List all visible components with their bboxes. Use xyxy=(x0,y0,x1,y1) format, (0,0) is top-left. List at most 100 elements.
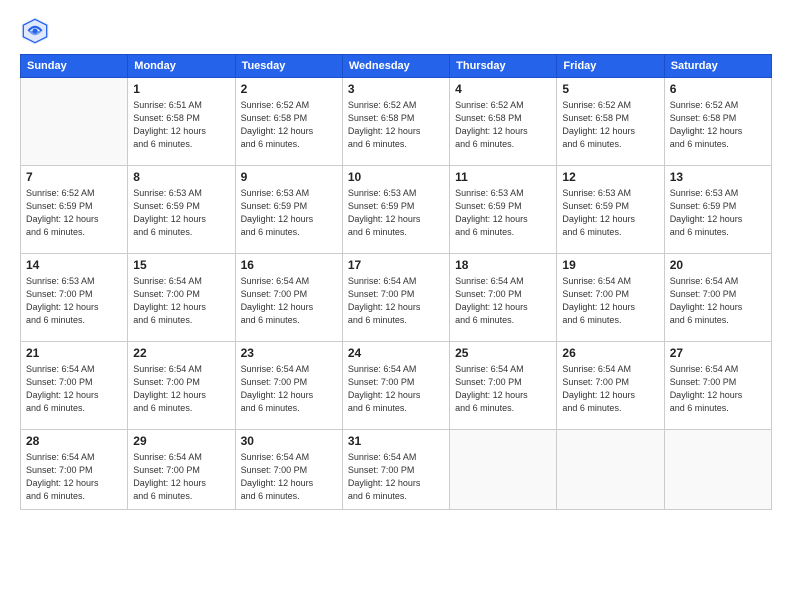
day-info: Sunrise: 6:52 AM Sunset: 6:59 PM Dayligh… xyxy=(26,187,122,239)
day-info: Sunrise: 6:53 AM Sunset: 6:59 PM Dayligh… xyxy=(133,187,229,239)
calendar-week-5: 28Sunrise: 6:54 AM Sunset: 7:00 PM Dayli… xyxy=(21,430,772,510)
calendar-cell: 18Sunrise: 6:54 AM Sunset: 7:00 PM Dayli… xyxy=(450,254,557,342)
day-info: Sunrise: 6:54 AM Sunset: 7:00 PM Dayligh… xyxy=(348,275,444,327)
calendar-cell: 31Sunrise: 6:54 AM Sunset: 7:00 PM Dayli… xyxy=(342,430,449,510)
day-number: 7 xyxy=(26,169,122,186)
day-number: 27 xyxy=(670,345,766,362)
calendar-cell: 24Sunrise: 6:54 AM Sunset: 7:00 PM Dayli… xyxy=(342,342,449,430)
day-info: Sunrise: 6:52 AM Sunset: 6:58 PM Dayligh… xyxy=(562,99,658,151)
day-number: 17 xyxy=(348,257,444,274)
day-info: Sunrise: 6:53 AM Sunset: 6:59 PM Dayligh… xyxy=(562,187,658,239)
day-info: Sunrise: 6:53 AM Sunset: 7:00 PM Dayligh… xyxy=(26,275,122,327)
calendar-cell: 3Sunrise: 6:52 AM Sunset: 6:58 PM Daylig… xyxy=(342,78,449,166)
calendar-cell: 2Sunrise: 6:52 AM Sunset: 6:58 PM Daylig… xyxy=(235,78,342,166)
column-header-thursday: Thursday xyxy=(450,55,557,78)
calendar-cell: 11Sunrise: 6:53 AM Sunset: 6:59 PM Dayli… xyxy=(450,166,557,254)
day-number: 1 xyxy=(133,81,229,98)
day-number: 14 xyxy=(26,257,122,274)
day-info: Sunrise: 6:54 AM Sunset: 7:00 PM Dayligh… xyxy=(241,275,337,327)
day-number: 22 xyxy=(133,345,229,362)
column-header-saturday: Saturday xyxy=(664,55,771,78)
calendar-cell: 6Sunrise: 6:52 AM Sunset: 6:58 PM Daylig… xyxy=(664,78,771,166)
day-number: 8 xyxy=(133,169,229,186)
day-info: Sunrise: 6:52 AM Sunset: 6:58 PM Dayligh… xyxy=(241,99,337,151)
day-info: Sunrise: 6:54 AM Sunset: 7:00 PM Dayligh… xyxy=(670,363,766,415)
day-info: Sunrise: 6:54 AM Sunset: 7:00 PM Dayligh… xyxy=(562,275,658,327)
day-info: Sunrise: 6:53 AM Sunset: 6:59 PM Dayligh… xyxy=(241,187,337,239)
day-number: 23 xyxy=(241,345,337,362)
calendar-cell xyxy=(557,430,664,510)
calendar-week-2: 7Sunrise: 6:52 AM Sunset: 6:59 PM Daylig… xyxy=(21,166,772,254)
calendar-cell: 16Sunrise: 6:54 AM Sunset: 7:00 PM Dayli… xyxy=(235,254,342,342)
day-number: 21 xyxy=(26,345,122,362)
day-info: Sunrise: 6:53 AM Sunset: 6:59 PM Dayligh… xyxy=(455,187,551,239)
header xyxy=(20,16,772,46)
day-info: Sunrise: 6:54 AM Sunset: 7:00 PM Dayligh… xyxy=(670,275,766,327)
calendar-cell: 14Sunrise: 6:53 AM Sunset: 7:00 PM Dayli… xyxy=(21,254,128,342)
day-info: Sunrise: 6:54 AM Sunset: 7:00 PM Dayligh… xyxy=(562,363,658,415)
day-number: 10 xyxy=(348,169,444,186)
day-number: 19 xyxy=(562,257,658,274)
column-header-tuesday: Tuesday xyxy=(235,55,342,78)
calendar-cell: 26Sunrise: 6:54 AM Sunset: 7:00 PM Dayli… xyxy=(557,342,664,430)
calendar-table: SundayMondayTuesdayWednesdayThursdayFrid… xyxy=(20,54,772,510)
calendar-cell: 1Sunrise: 6:51 AM Sunset: 6:58 PM Daylig… xyxy=(128,78,235,166)
calendar-week-4: 21Sunrise: 6:54 AM Sunset: 7:00 PM Dayli… xyxy=(21,342,772,430)
day-info: Sunrise: 6:54 AM Sunset: 7:00 PM Dayligh… xyxy=(241,451,337,503)
day-info: Sunrise: 6:54 AM Sunset: 7:00 PM Dayligh… xyxy=(26,363,122,415)
calendar-cell: 20Sunrise: 6:54 AM Sunset: 7:00 PM Dayli… xyxy=(664,254,771,342)
day-info: Sunrise: 6:54 AM Sunset: 7:00 PM Dayligh… xyxy=(133,451,229,503)
logo-icon xyxy=(20,16,50,46)
calendar-cell: 4Sunrise: 6:52 AM Sunset: 6:58 PM Daylig… xyxy=(450,78,557,166)
day-number: 3 xyxy=(348,81,444,98)
calendar-cell: 5Sunrise: 6:52 AM Sunset: 6:58 PM Daylig… xyxy=(557,78,664,166)
day-info: Sunrise: 6:54 AM Sunset: 7:00 PM Dayligh… xyxy=(455,275,551,327)
calendar-cell: 10Sunrise: 6:53 AM Sunset: 6:59 PM Dayli… xyxy=(342,166,449,254)
calendar-cell: 21Sunrise: 6:54 AM Sunset: 7:00 PM Dayli… xyxy=(21,342,128,430)
calendar-cell: 29Sunrise: 6:54 AM Sunset: 7:00 PM Dayli… xyxy=(128,430,235,510)
calendar-cell xyxy=(21,78,128,166)
day-info: Sunrise: 6:51 AM Sunset: 6:58 PM Dayligh… xyxy=(133,99,229,151)
column-header-wednesday: Wednesday xyxy=(342,55,449,78)
column-header-friday: Friday xyxy=(557,55,664,78)
day-info: Sunrise: 6:54 AM Sunset: 7:00 PM Dayligh… xyxy=(241,363,337,415)
day-info: Sunrise: 6:53 AM Sunset: 6:59 PM Dayligh… xyxy=(670,187,766,239)
calendar-cell: 30Sunrise: 6:54 AM Sunset: 7:00 PM Dayli… xyxy=(235,430,342,510)
day-info: Sunrise: 6:52 AM Sunset: 6:58 PM Dayligh… xyxy=(348,99,444,151)
day-number: 4 xyxy=(455,81,551,98)
calendar-cell: 22Sunrise: 6:54 AM Sunset: 7:00 PM Dayli… xyxy=(128,342,235,430)
day-number: 25 xyxy=(455,345,551,362)
day-number: 30 xyxy=(241,433,337,450)
day-info: Sunrise: 6:52 AM Sunset: 6:58 PM Dayligh… xyxy=(670,99,766,151)
day-number: 15 xyxy=(133,257,229,274)
day-number: 24 xyxy=(348,345,444,362)
day-number: 26 xyxy=(562,345,658,362)
day-number: 9 xyxy=(241,169,337,186)
calendar-cell: 25Sunrise: 6:54 AM Sunset: 7:00 PM Dayli… xyxy=(450,342,557,430)
calendar-cell xyxy=(664,430,771,510)
day-info: Sunrise: 6:54 AM Sunset: 7:00 PM Dayligh… xyxy=(348,451,444,503)
day-number: 31 xyxy=(348,433,444,450)
day-number: 5 xyxy=(562,81,658,98)
calendar-week-3: 14Sunrise: 6:53 AM Sunset: 7:00 PM Dayli… xyxy=(21,254,772,342)
calendar-cell: 7Sunrise: 6:52 AM Sunset: 6:59 PM Daylig… xyxy=(21,166,128,254)
day-info: Sunrise: 6:52 AM Sunset: 6:58 PM Dayligh… xyxy=(455,99,551,151)
day-number: 18 xyxy=(455,257,551,274)
day-number: 6 xyxy=(670,81,766,98)
day-number: 2 xyxy=(241,81,337,98)
day-number: 29 xyxy=(133,433,229,450)
calendar-cell: 12Sunrise: 6:53 AM Sunset: 6:59 PM Dayli… xyxy=(557,166,664,254)
calendar-cell: 9Sunrise: 6:53 AM Sunset: 6:59 PM Daylig… xyxy=(235,166,342,254)
calendar-cell xyxy=(450,430,557,510)
column-header-monday: Monday xyxy=(128,55,235,78)
calendar-cell: 23Sunrise: 6:54 AM Sunset: 7:00 PM Dayli… xyxy=(235,342,342,430)
day-number: 16 xyxy=(241,257,337,274)
page: SundayMondayTuesdayWednesdayThursdayFrid… xyxy=(0,0,792,612)
column-header-sunday: Sunday xyxy=(21,55,128,78)
day-info: Sunrise: 6:54 AM Sunset: 7:00 PM Dayligh… xyxy=(455,363,551,415)
day-number: 11 xyxy=(455,169,551,186)
calendar-cell: 27Sunrise: 6:54 AM Sunset: 7:00 PM Dayli… xyxy=(664,342,771,430)
day-info: Sunrise: 6:53 AM Sunset: 6:59 PM Dayligh… xyxy=(348,187,444,239)
calendar-week-1: 1Sunrise: 6:51 AM Sunset: 6:58 PM Daylig… xyxy=(21,78,772,166)
day-info: Sunrise: 6:54 AM Sunset: 7:00 PM Dayligh… xyxy=(133,363,229,415)
